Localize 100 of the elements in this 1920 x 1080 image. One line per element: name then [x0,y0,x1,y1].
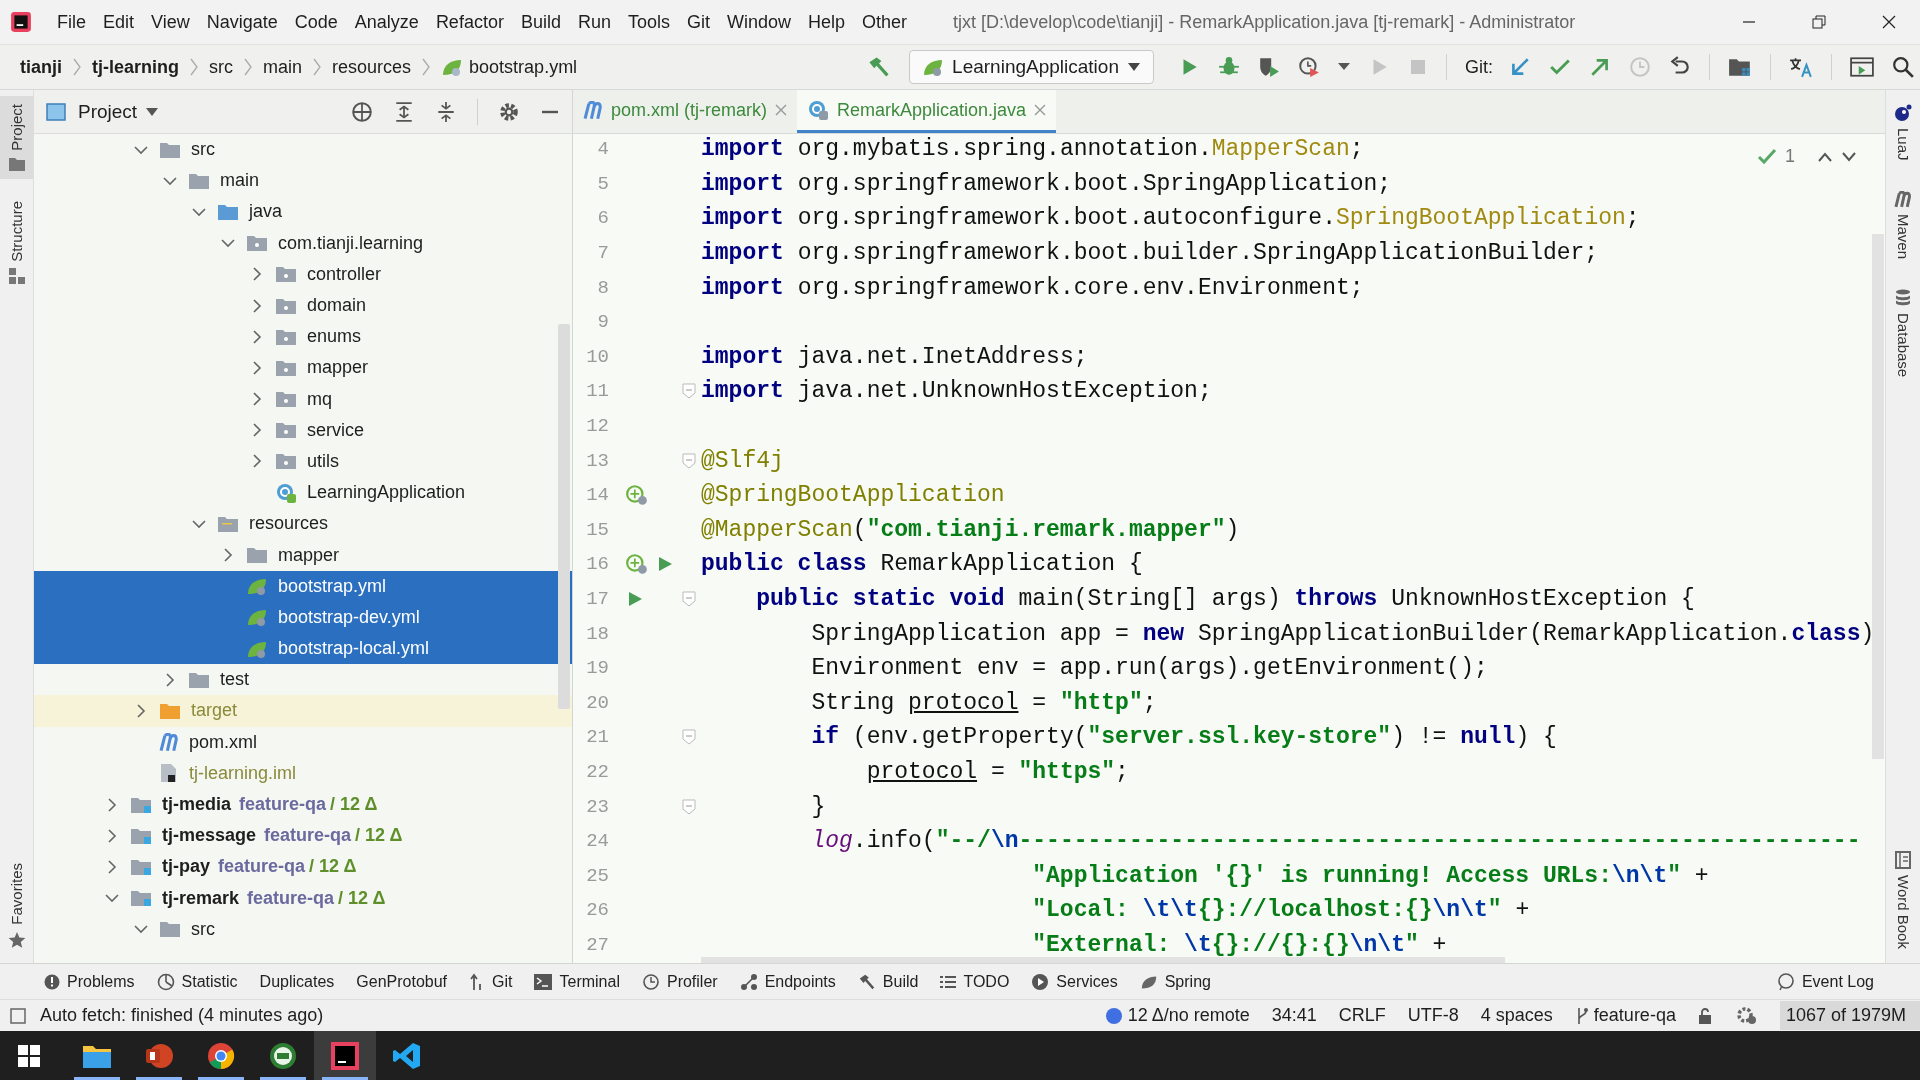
tool-window-tab[interactable]: Database [1886,280,1920,385]
tool-window-button[interactable]: GenProtobuf [356,972,448,991]
menu-item[interactable]: Refactor [428,11,514,33]
tree-item[interactable]: domain [34,289,572,322]
start-icon[interactable] [18,1044,40,1067]
tree-item[interactable]: utils [34,445,572,478]
editor-tab[interactable]: pom.xml (tj-remark) [573,90,797,133]
tool-window-button[interactable]: Build [857,972,919,991]
chevron-icon[interactable] [250,454,264,469]
tool-window-button[interactable]: Endpoints [739,972,836,991]
chevron-icon[interactable] [163,672,177,687]
caret-icon[interactable] [1338,63,1350,71]
tool-window-button[interactable]: Spring [1139,972,1211,991]
window-play-icon[interactable] [1850,56,1874,78]
tree-item[interactable]: mapper [34,352,572,384]
square-icon[interactable] [10,1007,26,1024]
chevron-up-icon[interactable] [1817,150,1833,163]
run-configuration-dropdown[interactable]: LearningApplication [909,50,1154,84]
menu-item[interactable]: Navigate [199,11,288,33]
tree-item[interactable]: tj-learning.iml [34,757,572,789]
gear-icon[interactable] [1735,1005,1758,1026]
expand-all-icon[interactable] [393,100,415,123]
tree-item[interactable]: main [34,165,572,197]
menu-item[interactable]: Run [570,11,621,33]
menu-item[interactable]: Other [855,11,918,33]
chevron-icon[interactable] [250,298,264,313]
tool-window-button[interactable]: Event Log [1776,972,1874,991]
tool-window-button[interactable]: Git [469,972,513,991]
tree-item[interactable]: enums [34,321,572,353]
chevron-icon[interactable] [250,267,264,282]
tool-window-tab[interactable]: Maven [1886,182,1920,267]
tool-window-tab[interactable]: Favorites [0,855,33,957]
tool-window-button[interactable]: Statistic [156,972,238,991]
folder-grid-icon[interactable] [1728,56,1752,78]
chevron-icon[interactable] [250,423,264,438]
tree-item[interactable]: test [34,664,572,696]
tool-window-button[interactable]: TODO [940,972,1010,991]
chevron-icon[interactable] [250,392,264,407]
menu-item[interactable]: File [50,11,96,33]
fold-marker-icon[interactable] [682,383,696,400]
tree-item[interactable]: tj-media feature-qa / 12 Δ [34,788,572,821]
breadcrumb-item[interactable]: resources [332,56,412,78]
bug-icon[interactable] [1218,56,1240,78]
memory-indicator[interactable]: 1067 of 1979M [1779,1001,1920,1030]
restore-icon[interactable] [1812,15,1826,29]
tree-item[interactable]: bootstrap-local.yml [34,633,572,665]
breadcrumb-item[interactable]: tj-learning [92,56,180,78]
status-item[interactable]: CRLF [1338,1005,1386,1026]
shield-run-icon[interactable] [1258,56,1280,78]
tool-window-button[interactable]: Terminal [534,972,620,991]
menu-item[interactable]: Code [287,11,348,33]
tree-item[interactable]: mapper [34,539,572,571]
breadcrumb-item[interactable]: src [209,56,234,78]
status-item[interactable]: UTF-8 [1407,1005,1459,1026]
editor-tab[interactable]: RemarkApplication.java [797,90,1057,133]
tree-item[interactable]: LearningApplication [34,477,572,509]
menu-item[interactable]: Build [513,11,571,33]
tree-item[interactable]: resources [34,508,572,540]
menu-item[interactable]: View [144,11,200,33]
tree-item[interactable]: pom.xml [34,726,572,758]
project-view-dropdown[interactable]: Project [78,100,138,123]
lock-icon[interactable] [1697,1006,1714,1025]
tree-item[interactable]: com.tianji.learning [34,227,572,259]
tree-item[interactable]: bootstrap-dev.yml [34,601,572,633]
tree-item[interactable]: src [34,134,572,166]
scrollbar-thumb[interactable] [701,957,1505,963]
vcs-status[interactable]: 12 Δ/no remote [1104,1005,1250,1026]
breadcrumb-item[interactable]: tianji [20,56,62,78]
tree-item[interactable]: tj-pay feature-qa / 12 Δ [34,851,572,883]
status-item[interactable]: 34:41 [1271,1005,1317,1026]
chevron-icon[interactable] [250,360,264,375]
fold-marker-icon[interactable] [682,452,696,469]
settings-icon[interactable] [498,100,520,123]
tool-window-button[interactable]: Services [1031,972,1118,991]
search-icon[interactable] [1892,56,1914,78]
tool-window-tab[interactable]: Word Book [1886,843,1920,957]
close-icon[interactable] [1882,15,1896,29]
menu-item[interactable]: Git [680,11,720,33]
git-branch-widget[interactable]: feature-qa [1574,1005,1676,1026]
menu-item[interactable]: Tools [620,11,680,33]
tree-item[interactable]: tj-remark feature-qa / 12 Δ [34,882,572,914]
tool-window-button[interactable]: Profiler [641,972,718,991]
tool-window-tab[interactable]: Project [0,96,33,179]
tree-item[interactable]: controller [34,258,572,290]
fold-marker-icon[interactable] [682,729,696,746]
tree-item[interactable]: java [34,196,572,228]
tree-item[interactable]: bootstrap.yml [34,570,572,602]
menu-item[interactable]: Edit [96,11,145,33]
status-item[interactable]: 4 spaces [1480,1005,1553,1026]
menu-item[interactable]: Window [720,11,802,33]
caret-icon[interactable] [145,106,160,117]
collapse-all-icon[interactable] [435,100,457,123]
menu-item[interactable]: Help [801,11,856,33]
locate-icon[interactable] [351,100,373,123]
tool-window-tab[interactable]: LuaJ [1886,96,1920,169]
bean-gutter-icon[interactable] [625,484,649,507]
tree-item[interactable]: src [34,913,572,945]
arrow-down-left-icon[interactable] [1509,56,1531,78]
chevron-icon[interactable] [250,329,264,344]
chevron-icon[interactable] [105,797,119,812]
